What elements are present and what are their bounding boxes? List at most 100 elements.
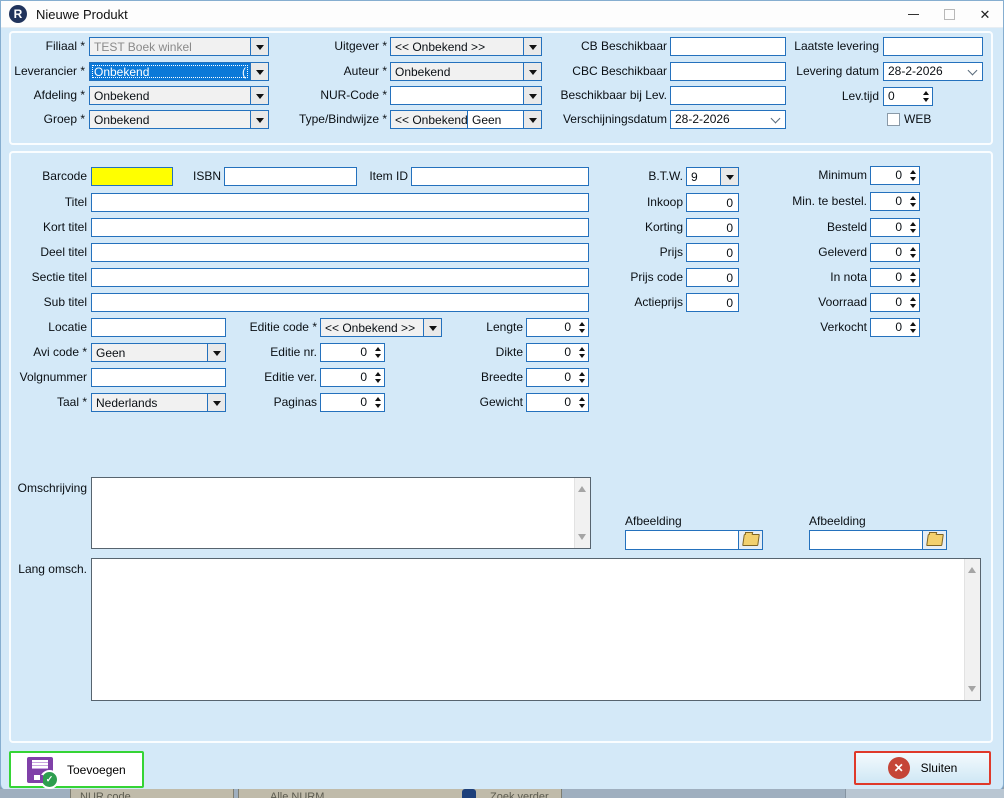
auteur-combo[interactable]: Onbekend xyxy=(390,62,542,81)
sectie-titel-input[interactable] xyxy=(91,268,589,287)
prijs-code-input[interactable] xyxy=(686,268,739,287)
isbn-input[interactable] xyxy=(224,167,357,186)
spinner-arrows-icon[interactable] xyxy=(906,193,919,210)
afbeelding2-field[interactable] xyxy=(809,530,947,550)
afbeelding2-input[interactable] xyxy=(810,531,922,549)
prijs-input[interactable] xyxy=(686,243,739,262)
minimize-button[interactable] xyxy=(895,1,931,27)
deel-titel-input[interactable] xyxy=(91,243,589,262)
kort-titel-input[interactable] xyxy=(91,218,589,237)
actieprijs-input[interactable] xyxy=(686,293,739,312)
editie-ver-stepper[interactable]: 0 xyxy=(320,368,385,387)
chevron-down-icon[interactable] xyxy=(523,111,541,128)
spinner-arrows-icon[interactable] xyxy=(575,394,588,411)
scrollbar[interactable] xyxy=(964,559,980,700)
scroll-up-icon[interactable] xyxy=(578,482,586,492)
volgnummer-input[interactable] xyxy=(91,368,226,387)
afbeelding1-field[interactable] xyxy=(625,530,763,550)
chevron-down-icon[interactable] xyxy=(765,111,785,128)
chevron-down-icon[interactable] xyxy=(250,111,268,128)
dikte-stepper[interactable]: 0 xyxy=(526,343,589,362)
groep-label: Groep * xyxy=(1,110,85,129)
browse-button[interactable] xyxy=(922,531,946,549)
chevron-down-icon[interactable] xyxy=(250,38,268,55)
in-nota-stepper[interactable]: 0 xyxy=(870,268,920,287)
laatste-levering-input[interactable] xyxy=(883,37,983,56)
toevoegen-button[interactable]: ✓ Toevoegen xyxy=(9,751,144,788)
barcode-input[interactable] xyxy=(91,167,173,186)
lang-omsch-textarea[interactable] xyxy=(91,558,981,701)
cbc-beschikbaar-input[interactable] xyxy=(670,62,786,81)
voorraad-stepper[interactable]: 0 xyxy=(870,293,920,312)
scroll-up-icon[interactable] xyxy=(968,563,976,573)
avi-code-combo[interactable]: Geen xyxy=(91,343,226,362)
spinner-arrows-icon[interactable] xyxy=(906,167,919,184)
chevron-down-icon[interactable] xyxy=(523,87,541,104)
background-window-strip: NUR code Alle NURM Zoek verder xyxy=(0,789,1004,798)
filiaal-combo[interactable]: TEST Boek winkel xyxy=(89,37,269,56)
cb-beschikbaar-input[interactable] xyxy=(670,37,786,56)
omschrijving-textarea[interactable] xyxy=(91,477,591,549)
spinner-arrows-icon[interactable] xyxy=(575,344,588,361)
groep-combo[interactable]: Onbekend xyxy=(89,110,269,129)
bindwijze-combo[interactable]: Geen xyxy=(467,110,542,129)
sluiten-button[interactable]: ✕ Sluiten xyxy=(854,751,991,785)
spinner-arrows-icon[interactable] xyxy=(575,369,588,386)
editie-nr-stepper[interactable]: 0 xyxy=(320,343,385,362)
spinner-arrows-icon[interactable] xyxy=(371,369,384,386)
spinner-arrows-icon[interactable] xyxy=(906,219,919,236)
inkoop-input[interactable] xyxy=(686,193,739,212)
chevron-down-icon[interactable] xyxy=(250,63,268,80)
lev-tijd-stepper[interactable]: 0 xyxy=(883,87,933,106)
browse-button[interactable] xyxy=(738,531,762,549)
uitgever-combo[interactable]: << Onbekend >> xyxy=(390,37,542,56)
scrollbar[interactable] xyxy=(574,478,590,548)
scroll-down-icon[interactable] xyxy=(968,686,976,696)
korting-input[interactable] xyxy=(686,218,739,237)
verschijningsdatum-datepicker[interactable]: 28-2-2026 xyxy=(670,110,786,129)
spinner-arrows-icon[interactable] xyxy=(919,88,932,105)
chevron-down-icon[interactable] xyxy=(523,38,541,55)
spinner-arrows-icon[interactable] xyxy=(906,319,919,336)
verkocht-stepper[interactable]: 0 xyxy=(870,318,920,337)
scroll-down-icon[interactable] xyxy=(578,534,586,544)
btw-combo[interactable]: 9 xyxy=(686,167,739,186)
prijs-label: Prijs xyxy=(601,243,683,262)
voorraad-value: 0 xyxy=(871,294,906,311)
minimum-stepper[interactable]: 0 xyxy=(870,166,920,185)
breedte-value: 0 xyxy=(527,369,575,386)
chevron-down-icon[interactable] xyxy=(720,168,738,185)
geleverd-stepper[interactable]: 0 xyxy=(870,243,920,262)
paginas-stepper[interactable]: 0 xyxy=(320,393,385,412)
lengte-stepper[interactable]: 0 xyxy=(526,318,589,337)
spinner-arrows-icon[interactable] xyxy=(906,294,919,311)
background-text-fragment: Alle NURM xyxy=(270,790,324,798)
sub-titel-input[interactable] xyxy=(91,293,589,312)
spinner-arrows-icon[interactable] xyxy=(906,269,919,286)
nur-code-combo[interactable] xyxy=(390,86,542,105)
spinner-arrows-icon[interactable] xyxy=(575,319,588,336)
leverancier-combo[interactable]: Onbekend( xyxy=(89,62,269,81)
close-button[interactable]: ✕ xyxy=(967,1,1003,27)
chevron-down-icon[interactable] xyxy=(250,87,268,104)
beschikbaar-bij-lev-input[interactable] xyxy=(670,86,786,105)
spinner-arrows-icon[interactable] xyxy=(371,344,384,361)
titel-input[interactable] xyxy=(91,193,589,212)
editie-code-combo[interactable]: << Onbekend >> xyxy=(320,318,442,337)
levering-datum-datepicker[interactable]: 28-2-2026 xyxy=(883,62,983,81)
spinner-arrows-icon[interactable] xyxy=(906,244,919,261)
web-checkbox[interactable] xyxy=(887,113,900,126)
chevron-down-icon[interactable] xyxy=(962,63,982,80)
gewicht-stepper[interactable]: 0 xyxy=(526,393,589,412)
min-te-bestel-stepper[interactable]: 0 xyxy=(870,192,920,211)
besteld-stepper[interactable]: 0 xyxy=(870,218,920,237)
taal-combo[interactable]: Nederlands xyxy=(91,393,226,412)
afbeelding1-input[interactable] xyxy=(626,531,738,549)
afdeling-combo[interactable]: Onbekend xyxy=(89,86,269,105)
locatie-input[interactable] xyxy=(91,318,226,337)
type-bindwijze-combo[interactable]: << Onbekend >> xyxy=(390,110,468,129)
breedte-stepper[interactable]: 0 xyxy=(526,368,589,387)
item-id-input[interactable] xyxy=(411,167,589,186)
spinner-arrows-icon[interactable] xyxy=(371,394,384,411)
chevron-down-icon[interactable] xyxy=(523,63,541,80)
